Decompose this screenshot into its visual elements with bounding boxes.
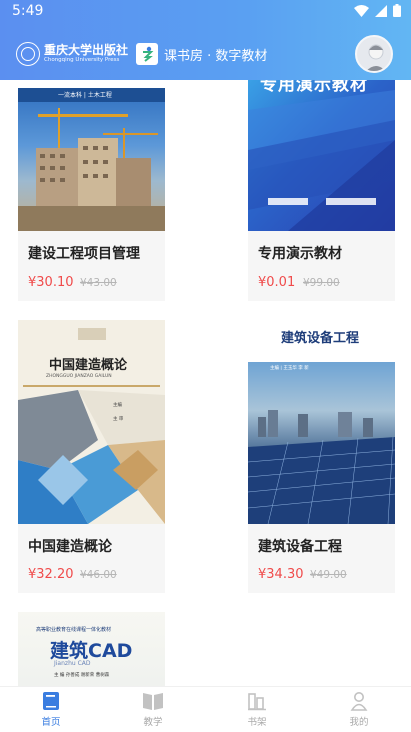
tab-label: 首页 [41, 717, 61, 728]
book-price: ¥0.01 [258, 275, 296, 290]
cover-heading: 建筑CAD [50, 640, 133, 662]
bottom-tab-bar: 首页 教学 书架 我的 [0, 686, 411, 732]
tab-profile[interactable]: 我的 [329, 691, 389, 728]
person-icon [350, 692, 368, 711]
tab-teaching[interactable]: 教学 [123, 691, 183, 728]
publisher-name: 重庆大学出版社 [44, 43, 129, 58]
book-cover: 中国建造概论 ZHONGGUO JIANZAO GAILUN 主编 主 审 [18, 320, 165, 524]
status-time: 5:49 [12, 3, 44, 19]
book-title: 专用演示教材 [258, 246, 342, 262]
book-cover: 建筑设备工程 主编 | 王玉华 李 新 [248, 322, 395, 524]
cover-heading: 专用演示教材 [260, 80, 368, 95]
publisher-en: Chongqing University Press [44, 57, 120, 64]
book-card[interactable]: 专用演示教材 专用演示教材 ¥0.01 ¥99.00 [248, 80, 395, 301]
book-card[interactable]: 一流本科 | 土木工程 建设工程项目管理 ¥30.10 ¥43.00 [18, 88, 165, 301]
publisher-seal-icon [16, 42, 40, 66]
battery-icon [393, 4, 401, 17]
tab-home[interactable]: 首页 [21, 691, 81, 728]
app-logo-icon [136, 43, 159, 65]
home-book-icon [43, 692, 59, 710]
book-original-price: ¥46.00 [80, 569, 117, 581]
brand: 重庆大学出版社 Chongqing University Press 课书房 ·… [16, 41, 267, 67]
construction-site-image [18, 108, 165, 231]
tab-bookshelf[interactable]: 书架 [227, 691, 287, 728]
book-original-price: ¥99.00 [303, 277, 340, 289]
publisher-logo: 重庆大学出版社 Chongqing University Press [44, 44, 128, 64]
tab-label: 我的 [349, 717, 369, 728]
book-card[interactable]: 建筑设备工程 主编 | 王玉华 李 新 建筑设备工程 ¥34.30 ¥49.00 [248, 322, 395, 593]
avatar[interactable] [355, 35, 393, 73]
book-price: ¥34.30 [258, 567, 304, 582]
cover-editors: 主编 [113, 403, 122, 408]
avatar-icon [366, 44, 386, 71]
book-card[interactable]: 中国建造概论 ZHONGGUO JIANZAO GAILUN 主编 主 审 中国… [18, 320, 165, 593]
book-card[interactable]: 高等职业教育在线课程一体化教材 建筑CAD Jianzhu CAD 主 编 孙善… [18, 612, 165, 686]
cover-subtitle: Jianzhu CAD [54, 660, 91, 667]
book-price: ¥32.20 [28, 567, 74, 582]
book-price: ¥30.10 [28, 275, 74, 290]
tab-label: 书架 [247, 717, 267, 728]
book-original-price: ¥43.00 [80, 277, 117, 289]
geometric-pattern-image [248, 90, 395, 231]
bookshelf-icon [248, 693, 266, 711]
cover-reviewers: 主 审 [113, 417, 124, 422]
book-grid[interactable]: 一流本科 | 土木工程 建设工程项目管理 ¥30.10 ¥43.00 专用演示教… [0, 80, 411, 686]
status-bar: 5:49 [0, 0, 411, 24]
book-title: 建筑设备工程 [258, 539, 342, 555]
architecture-collage-image [18, 328, 165, 524]
book-title: 中国建造概论 [28, 539, 112, 555]
status-icons [354, 4, 401, 17]
book-cover: 专用演示教材 [248, 80, 395, 231]
app-name: 课书房 · 数字教材 [164, 48, 268, 64]
book-cover: 高等职业教育在线课程一体化教材 建筑CAD Jianzhu CAD 主 编 孙善… [18, 612, 165, 686]
open-book-icon [143, 693, 163, 710]
book-original-price: ¥49.00 [310, 569, 347, 581]
solar-panels-image [248, 410, 395, 524]
app-header: 5:49 重庆大学出版社 Chongqing University Press [0, 0, 411, 80]
signal-icon [375, 4, 387, 17]
book-cover: 一流本科 | 土木工程 [18, 88, 165, 231]
cover-authors: 主 编 孙善成 谢新荣 曹树森 [54, 673, 110, 678]
tab-label: 教学 [143, 717, 163, 728]
book-title: 建设工程项目管理 [28, 246, 140, 262]
wifi-icon [354, 4, 369, 17]
cover-series: 高等职业教育在线课程一体化教材 [36, 627, 112, 633]
